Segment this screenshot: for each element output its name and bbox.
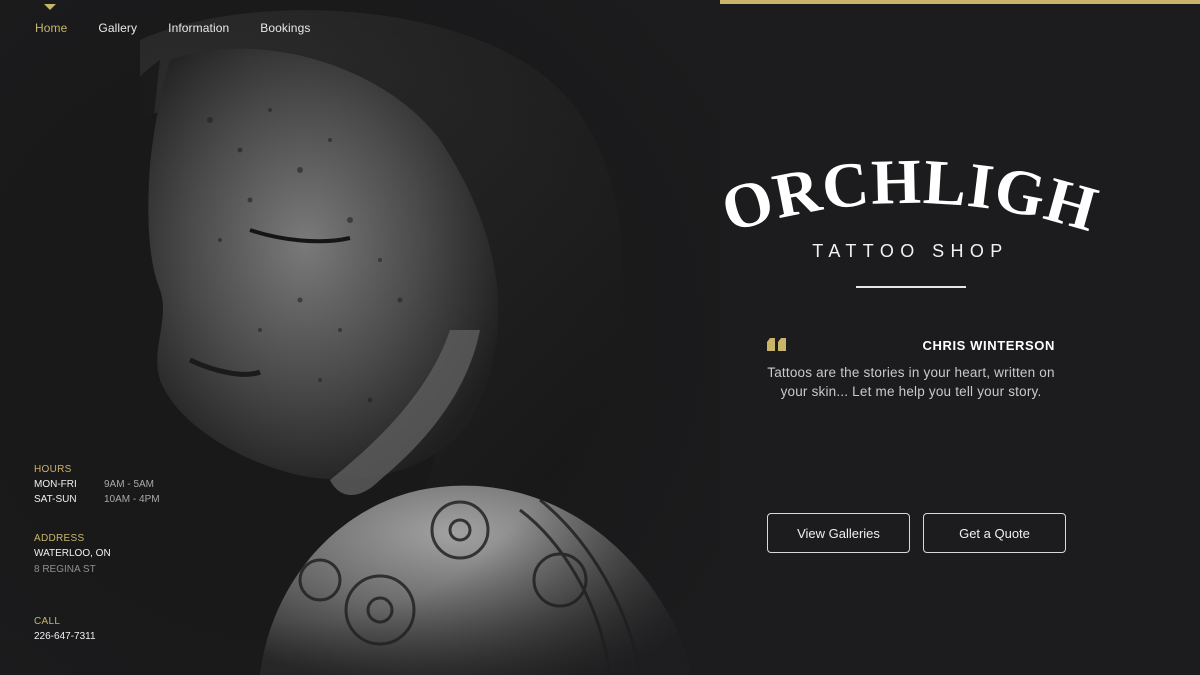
nav-bookings[interactable]: Bookings [260, 21, 310, 35]
brand-subtitle: TATTOO SHOP [812, 241, 1009, 261]
nav-home[interactable]: Home [35, 21, 67, 35]
quote-text: Tattoos are the stories in your heart, w… [767, 365, 1055, 399]
svg-text:TORCHLIGHT: TORCHLIGHT [718, 155, 1103, 235]
hours-time: 9AM - 5AM [104, 479, 155, 490]
address-section: ADDRESS WATERLOO, ON 8 REGINA ST [34, 533, 111, 575]
brand-name: TORCHLIGHT [718, 155, 1103, 235]
hours-label: HOURS [34, 464, 72, 475]
view-galleries-button[interactable]: View Galleries [767, 513, 910, 553]
main-nav: Home Gallery Information Bookings [35, 21, 341, 35]
address-label: ADDRESS [34, 533, 85, 544]
quote-author: CHRIS WINTERSON [922, 338, 1055, 353]
brand-divider [855, 286, 966, 288]
call-section: CALL 226-647-7311 [34, 616, 96, 642]
page: Home Gallery Information Bookings TORCHL… [0, 0, 1200, 675]
nav-gallery[interactable]: Gallery [98, 21, 137, 35]
brand-block: TORCHLIGHT TATTOO SHOP [718, 155, 1103, 288]
hours-time: 10AM - 4PM [104, 494, 160, 505]
hours-day: SAT-SUN [34, 494, 77, 505]
active-nav-indicator [44, 4, 56, 10]
brand-logo: TORCHLIGHT [718, 155, 1103, 235]
address-city: WATERLOO, ON [34, 548, 111, 559]
call-label: CALL [34, 616, 61, 627]
phone-number[interactable]: 226-647-7311 [34, 631, 96, 642]
address-street: 8 REGINA ST [34, 564, 96, 575]
hours-day: MON-FRI [34, 479, 77, 490]
nav-information[interactable]: Information [168, 21, 229, 35]
hours-row: SAT-SUN 10AM - 4PM [34, 494, 160, 505]
quote-icon [767, 338, 786, 351]
hours-section: HOURS MON-FRI 9AM - 5AM SAT-SUN 10AM - 4… [34, 464, 160, 505]
get-quote-button[interactable]: Get a Quote [923, 513, 1066, 553]
hours-row: MON-FRI 9AM - 5AM [34, 479, 160, 490]
